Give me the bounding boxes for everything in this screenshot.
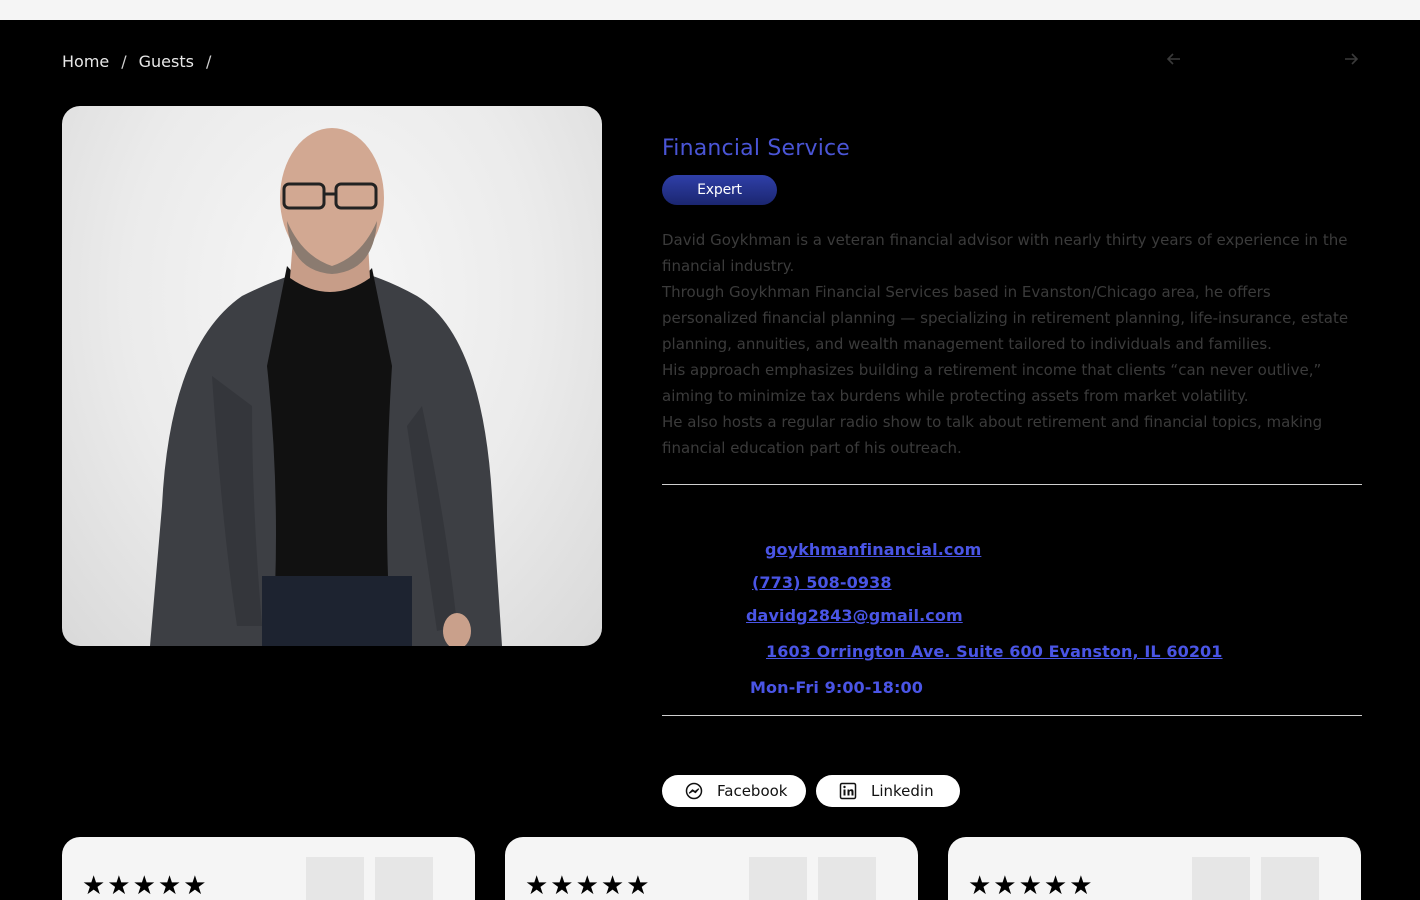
linkedin-button[interactable]: Linkedin xyxy=(816,775,960,807)
review-thumbnail xyxy=(818,857,876,900)
star-rating: ★★★★★ xyxy=(82,871,209,900)
guest-bio: David Goykhman is a veteran financial ad… xyxy=(662,227,1362,461)
breadcrumb-home[interactable]: Home xyxy=(62,52,109,71)
facebook-label: Facebook xyxy=(717,782,788,800)
arrow-right-icon[interactable] xyxy=(1338,50,1364,76)
expert-badge: Expert xyxy=(662,175,777,205)
breadcrumb-separator: / xyxy=(205,52,212,71)
review-thumbnail xyxy=(1192,857,1250,900)
top-bar xyxy=(0,0,1420,20)
review-thumbnail xyxy=(375,857,433,900)
star-rating: ★★★★★ xyxy=(525,871,652,900)
linkedin-label: Linkedin xyxy=(871,782,934,800)
breadcrumb-guests[interactable]: Guests xyxy=(139,52,194,71)
bio-paragraph: Through Goykhman Financial Services base… xyxy=(662,283,1349,353)
business-hours: Mon-Fri 9:00-18:00 xyxy=(750,678,923,697)
review-thumbnail xyxy=(749,857,807,900)
guest-details: Financial Service Expert David Goykhman … xyxy=(662,136,1362,461)
website-link[interactable]: goykhmanfinancial.com xyxy=(765,540,981,559)
divider xyxy=(662,484,1362,485)
review-card[interactable]: ★★★★★ xyxy=(948,837,1361,900)
guest-photo xyxy=(62,106,602,646)
phone-link[interactable]: (773) 508-0938 xyxy=(752,573,892,592)
arrow-left-icon[interactable] xyxy=(1161,50,1187,76)
review-card[interactable]: ★★★★★ xyxy=(505,837,918,900)
page-title: Financial Service xyxy=(662,136,851,161)
facebook-button[interactable]: Facebook xyxy=(662,775,806,807)
review-thumbnail xyxy=(1261,857,1319,900)
address-link[interactable]: 1603 Orrington Ave. Suite 600 Evanston, … xyxy=(766,642,1223,661)
review-card[interactable]: ★★★★★ xyxy=(62,837,475,900)
review-thumbnail xyxy=(306,857,364,900)
breadcrumb: Home / Guests / xyxy=(62,52,223,71)
star-rating: ★★★★★ xyxy=(968,871,1095,900)
messenger-icon xyxy=(685,782,703,800)
bio-paragraph: David Goykhman is a veteran financial ad… xyxy=(662,231,1348,275)
linkedin-icon xyxy=(839,782,857,800)
bio-paragraph: He also hosts a regular radio show to ta… xyxy=(662,413,1323,457)
bio-paragraph: His approach emphasizes building a retir… xyxy=(662,361,1322,405)
divider xyxy=(662,715,1362,716)
email-link[interactable]: davidg2843@gmail.com xyxy=(746,606,963,625)
breadcrumb-separator: / xyxy=(121,52,127,71)
